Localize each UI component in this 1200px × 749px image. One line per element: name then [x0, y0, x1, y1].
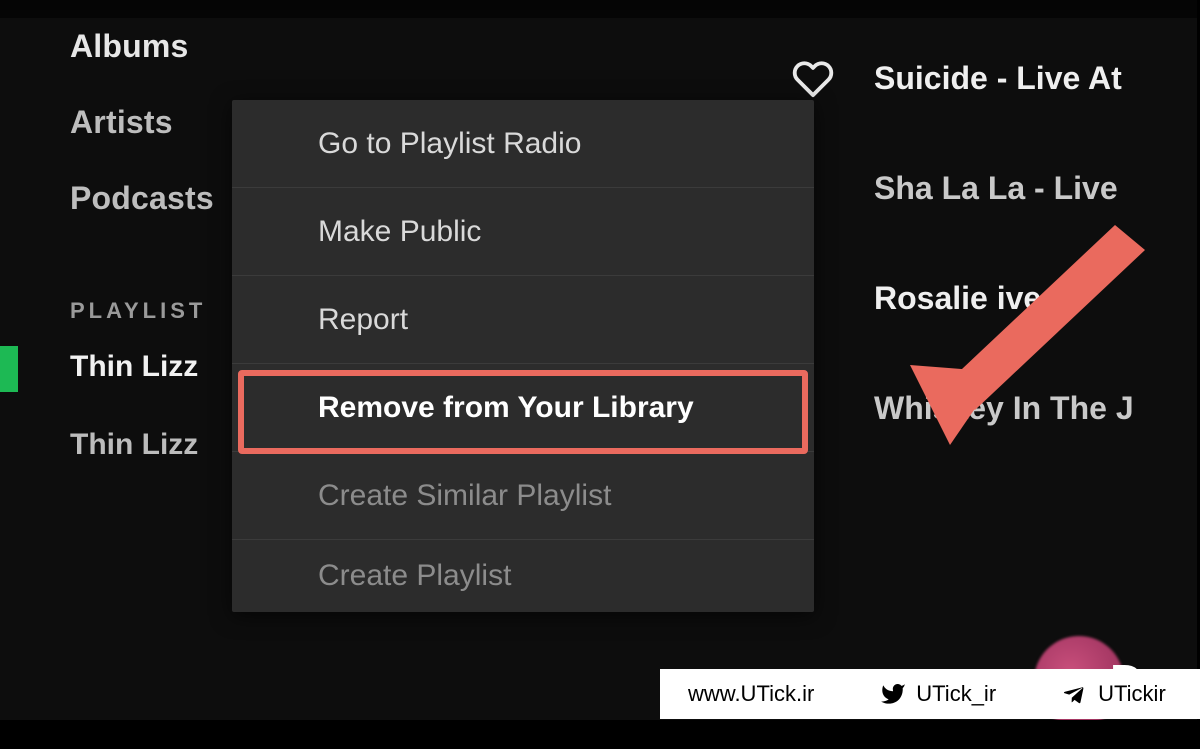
twitter-icon [880, 681, 906, 707]
menu-item-playlist-radio[interactable]: Go to Playlist Radio [232, 100, 814, 188]
song-row-3[interactable]: Rosalie ive At [874, 280, 1083, 317]
telegram-icon [1062, 681, 1088, 707]
attribution-twitter-text: UTick_ir [916, 681, 996, 707]
window-top-bar [0, 0, 1200, 18]
attribution-website-text: www.UTick.ir [688, 681, 814, 707]
sidebar-item-artists[interactable]: Artists [70, 104, 173, 141]
active-playlist-indicator [0, 346, 18, 392]
song-row-1[interactable]: Suicide - Live At [874, 60, 1122, 97]
heart-icon[interactable] [792, 58, 834, 105]
playlist-item-2[interactable]: Thin Lizz [70, 428, 198, 462]
menu-item-create-similar-playlist[interactable]: Create Similar Playlist [232, 452, 814, 540]
context-menu: Go to Playlist Radio Make Public Report … [232, 100, 814, 612]
menu-item-remove-from-library[interactable]: Remove from Your Library [232, 364, 814, 452]
sidebar-item-albums[interactable]: Albums [70, 28, 189, 65]
song-row-2[interactable]: Sha La La - Live [874, 170, 1118, 207]
sidebar-section-heading: PLAYLIST [70, 298, 206, 324]
menu-item-create-playlist[interactable]: Create Playlist [232, 540, 814, 612]
attribution-website: www.UTick.ir [688, 681, 814, 707]
song-row-4[interactable]: Whiskey In The J [874, 390, 1134, 427]
attribution-telegram: UTickir [1062, 681, 1166, 707]
attribution-twitter: UTick_ir [880, 681, 996, 707]
sidebar-item-podcasts[interactable]: Podcasts [70, 180, 214, 217]
menu-item-report[interactable]: Report [232, 276, 814, 364]
attribution-telegram-text: UTickir [1098, 681, 1166, 707]
attribution-bar: www.UTick.ir UTick_ir UTickir [660, 669, 1200, 719]
menu-item-make-public[interactable]: Make Public [232, 188, 814, 276]
playlist-item-1[interactable]: Thin Lizz [70, 350, 198, 384]
